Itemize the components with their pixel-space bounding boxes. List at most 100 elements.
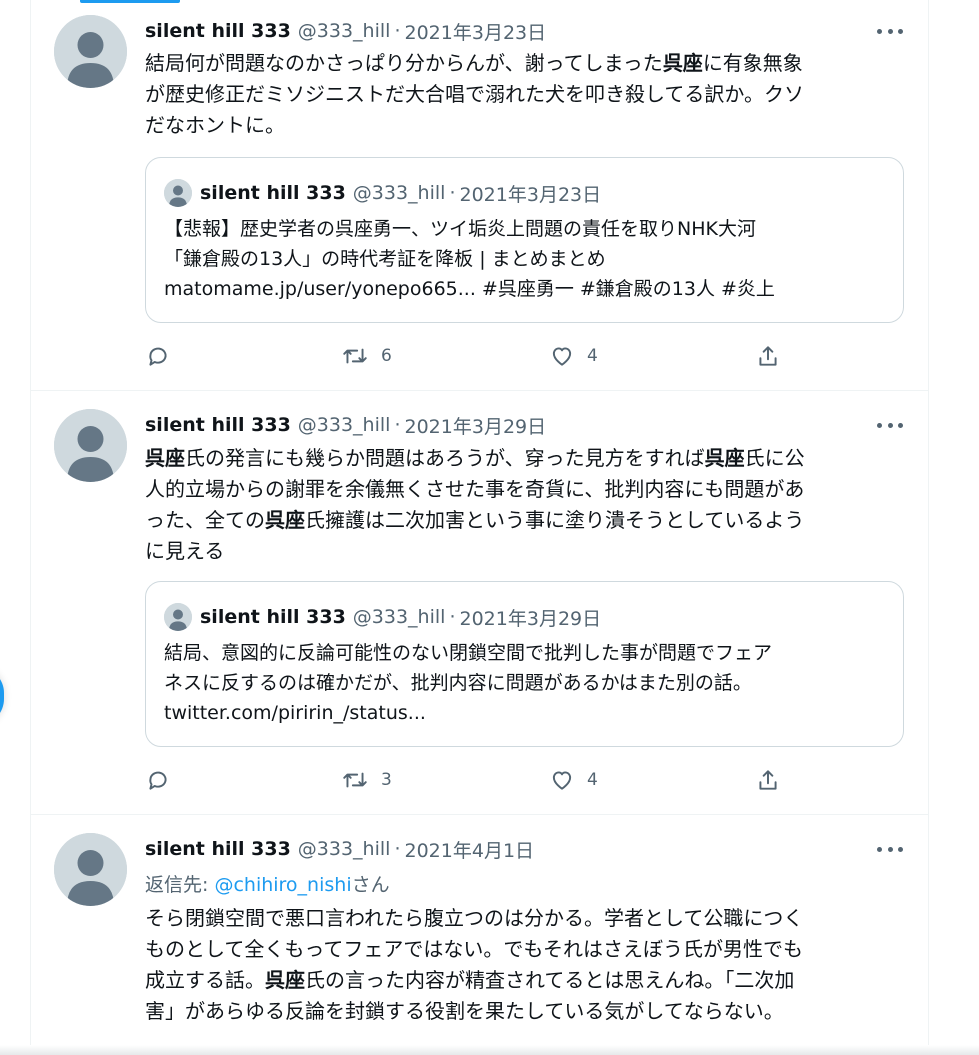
quoted-tweet-text: 結局、意図的に反論可能性のない閉鎖空間で批判した事が問題でフェア ネスに反するの… — [164, 638, 889, 728]
retweet-button[interactable]: 6 — [341, 341, 392, 371]
avatar[interactable] — [54, 833, 127, 906]
honorific: さん — [351, 874, 390, 896]
text-segment: 成立する話。 — [145, 968, 265, 992]
avatar[interactable] — [54, 15, 127, 88]
highlighted-keyword: 呉座 — [662, 51, 703, 75]
more-options-icon[interactable] — [877, 21, 903, 41]
quoted-tweet-header: silent hill 333 @333_hill · 2021年3月23日 — [164, 178, 601, 208]
highlighted-keyword: 呉座 — [145, 446, 185, 470]
tweet-header: silent hill 333 @333_hill · 2021年3月29日 — [145, 410, 546, 440]
tweet[interactable]: silent hill 333 @333_hill · 2021年3月29日 呉… — [31, 390, 928, 815]
avatar[interactable] — [54, 409, 127, 482]
separator-dot: · — [449, 182, 456, 204]
text-segment: が歴史修正だミソジニストだ大合唱で溺れた犬を叩き殺してる訳か。クソ — [145, 82, 804, 106]
text-segment: だなホントに。 — [145, 113, 285, 137]
retweet-icon — [343, 772, 367, 788]
tweet-text-line: が歴史修正だミソジニストだ大合唱で溺れた犬を叩き殺してる訳か。クソ — [145, 79, 905, 110]
like-button[interactable]: 4 — [549, 765, 598, 795]
tweet-text-line: 呉座氏の発言にも幾らか問題はあろうが、穿った見方をすれば呉座氏に公 — [145, 443, 905, 474]
tweet-actions: 3 4 — [145, 765, 905, 795]
tweet-text: そら閉鎖空間で悪口言われたら腹立つのは分かる。学者として公職につくものとして全く… — [145, 903, 905, 1027]
text-segment: った、全ての — [145, 508, 265, 532]
default-profile-icon — [164, 179, 192, 207]
text-segment: 氏に公 — [744, 446, 805, 470]
retweet-button[interactable]: 3 — [341, 765, 392, 795]
timeline-right-border — [928, 0, 929, 1055]
tweet-text-line: 人的立場からの謝罪を余儀無くさせた事を奇貨に、批判内容にも問題があ — [145, 474, 905, 505]
tweet-date[interactable]: 2021年3月23日 — [405, 18, 547, 45]
default-profile-icon — [164, 603, 192, 631]
text-segment: そら閉鎖空間で悪口言われたら腹立つのは分かる。学者として公職につく — [145, 906, 804, 930]
user-handle: @333_hill — [352, 606, 446, 628]
heart-icon — [552, 771, 572, 790]
avatar — [164, 603, 192, 631]
more-options-icon[interactable] — [877, 415, 903, 435]
highlighted-keyword: 呉座 — [265, 508, 305, 532]
quoted-tweet[interactable]: silent hill 333 @333_hill · 2021年3月23日 【… — [145, 157, 904, 323]
user-handle[interactable]: @333_hill — [298, 414, 391, 436]
reply-icon — [149, 347, 167, 366]
avatar — [164, 179, 192, 207]
user-handle[interactable]: @333_hill — [298, 20, 391, 42]
display-name[interactable]: silent hill 333 — [145, 838, 291, 860]
reply-mention-link[interactable]: @chihiro_nishi — [214, 874, 351, 896]
tweet-actions: 6 4 — [145, 341, 905, 371]
default-profile-icon — [54, 409, 127, 482]
text-segment: に見える — [145, 539, 225, 563]
default-profile-icon — [54, 15, 127, 88]
tweet-date[interactable]: 2021年4月1日 — [405, 836, 535, 863]
share-button[interactable] — [755, 341, 781, 371]
display-name: silent hill 333 — [200, 606, 346, 628]
quoted-text-line: matomame.jp/user/yonepo665... #呉座勇一 #鎌倉殿… — [164, 278, 775, 300]
separator-dot: · — [394, 838, 401, 860]
share-button[interactable] — [755, 765, 781, 795]
heart-icon — [552, 347, 572, 366]
tweet[interactable]: silent hill 333 @333_hill · 2021年3月23日 結… — [31, 0, 928, 391]
display-name[interactable]: silent hill 333 — [145, 20, 291, 42]
tweet-header: silent hill 333 @333_hill · 2021年4月1日 — [145, 834, 534, 864]
tweet-text-line: 結局何が問題なのかさっぱり分からんが、謝ってしまった呉座に有象無象 — [145, 48, 905, 79]
display-name: silent hill 333 — [200, 182, 346, 204]
tweet-header: silent hill 333 @333_hill · 2021年3月23日 — [145, 16, 546, 46]
retweet-count: 3 — [381, 770, 392, 790]
tweet-text-line: ものとして全くもってフェアではない。でもそれはさえぼう氏が男性でも — [145, 934, 905, 965]
like-count: 4 — [587, 770, 598, 790]
text-segment: 結局何が問題なのかさっぱり分からんが、謝ってしまった — [145, 51, 663, 75]
share-icon — [759, 770, 777, 790]
quoted-tweet[interactable]: silent hill 333 @333_hill · 2021年3月29日 結… — [145, 581, 904, 747]
separator-dot: · — [449, 606, 456, 628]
default-profile-icon — [54, 833, 127, 906]
retweet-icon — [343, 348, 367, 364]
tweet-text: 結局何が問題なのかさっぱり分からんが、謝ってしまった呉座に有象無象が歴史修正だミ… — [145, 48, 905, 141]
quoted-text-line: 結局、意図的に反論可能性のない閉鎖空間で批判した事が問題でフェア — [164, 642, 773, 664]
text-segment: 氏の言った内容が精査されてるとは思えんね。「二次加 — [305, 968, 795, 992]
compose-tweet-button[interactable] — [0, 667, 4, 725]
retweet-count: 6 — [381, 346, 392, 366]
reply-button[interactable] — [145, 341, 171, 371]
quoted-text-line: 「鎌倉殿の13人」の時代考証を降板 | まとめまとめ — [164, 248, 606, 270]
separator-dot: · — [394, 20, 401, 42]
quoted-text-line: twitter.com/piririn_/status... — [164, 702, 426, 724]
reply-button[interactable] — [145, 765, 171, 795]
display-name[interactable]: silent hill 333 — [145, 414, 291, 436]
text-segment: 氏擁護は二次加害という事に塗り潰そうとしているよう — [305, 508, 805, 532]
text-segment: に有象無象 — [702, 51, 803, 75]
tweet-date[interactable]: 2021年3月29日 — [405, 412, 547, 439]
like-button[interactable]: 4 — [549, 341, 598, 371]
separator-dot: · — [394, 414, 401, 436]
tweet-text-line: 成立する話。呉座氏の言った内容が精査されてるとは思えんね。「二次加 — [145, 965, 905, 996]
replying-to: 返信先: @chihiro_nishiさん — [145, 870, 390, 897]
replying-to-label: 返信先: — [145, 874, 215, 896]
tweet-text-line: そら閉鎖空間で悪口言われたら腹立つのは分かる。学者として公職につく — [145, 903, 905, 934]
reply-icon — [149, 771, 167, 790]
tweet-date: 2021年3月29日 — [459, 607, 602, 630]
user-handle[interactable]: @333_hill — [298, 838, 391, 860]
more-options-icon[interactable] — [877, 839, 903, 859]
tweet-text-line: だなホントに。 — [145, 110, 905, 141]
user-handle: @333_hill — [352, 182, 446, 204]
tweet-text-line: った、全ての呉座氏擁護は二次加害という事に塗り潰そうとしているよう — [145, 505, 905, 536]
tweet-text: 呉座氏の発言にも幾らか問題はあろうが、穿った見方をすれば呉座氏に公 人的立場からの… — [145, 443, 905, 567]
quoted-text-line: ネスに反するのは確かだが、批判内容に問題があるかはまた別の話。 — [164, 672, 752, 694]
highlighted-keyword: 呉座 — [704, 446, 745, 470]
tweet[interactable]: silent hill 333 @333_hill · 2021年4月1日 返信… — [31, 814, 928, 1055]
